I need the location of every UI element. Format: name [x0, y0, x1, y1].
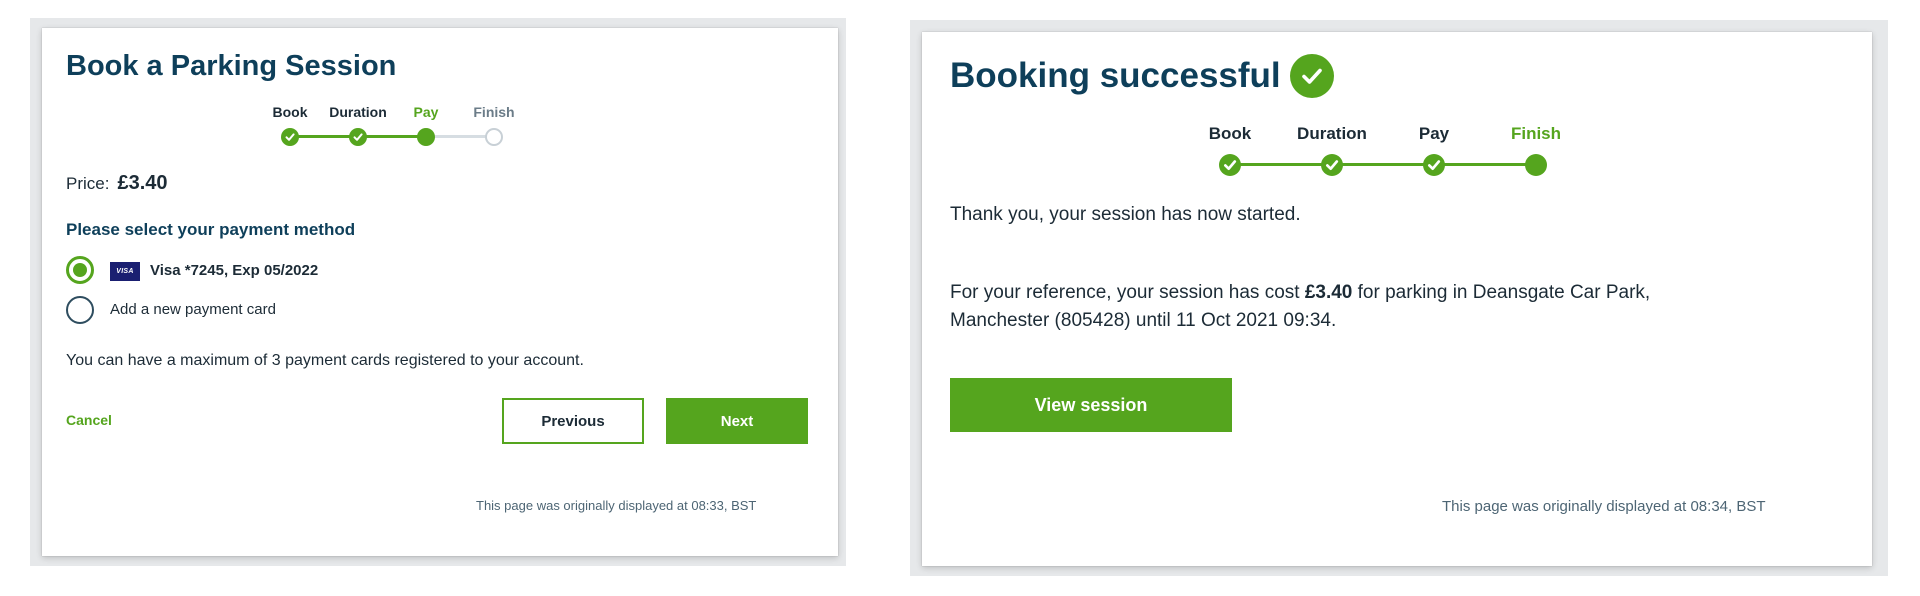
- booking-panel: Book a Parking Session Book Duration Pay Fi…: [42, 28, 838, 556]
- stepper-connector: [1332, 163, 1434, 166]
- visa-card-radio[interactable]: [66, 256, 94, 284]
- progress-stepper: Book Duration Pay Finish: [1200, 124, 1600, 180]
- step-dot-pay: [417, 128, 435, 146]
- step-complete-check-icon: [1321, 154, 1343, 176]
- payment-method-heading: Please select your payment method: [66, 220, 356, 239]
- previous-button[interactable]: Previous: [502, 398, 644, 444]
- visa-card-icon: VISA: [110, 262, 140, 281]
- step-label-duration: Duration: [329, 104, 387, 120]
- stepper-connector: [1230, 163, 1332, 166]
- max-cards-notice: You can have a maximum of 3 payment card…: [66, 352, 584, 369]
- page-title: Booking successful: [950, 56, 1281, 95]
- progress-stepper: Book Duration Pay Finish: [260, 104, 520, 150]
- page-title: Book a Parking Session: [66, 50, 397, 82]
- stepper-connector: [426, 135, 494, 138]
- cancel-link[interactable]: Cancel: [66, 412, 112, 428]
- new-card-label[interactable]: Add a new payment card: [110, 301, 276, 318]
- step-complete-check-icon: [349, 128, 367, 146]
- step-label-duration: Duration: [1297, 124, 1367, 143]
- reference-line: For your reference, your session has cos…: [950, 282, 1650, 304]
- step-dot-finish: [485, 128, 503, 146]
- display-time-footer: This page was originally displayed at 08…: [476, 498, 757, 513]
- view-session-button[interactable]: View session: [950, 378, 1232, 432]
- step-label-pay: Pay: [413, 104, 439, 120]
- price-label: Price:: [66, 174, 110, 193]
- step-complete-check-icon: [1423, 154, 1445, 176]
- reference-location: Manchester (805428) until 11 Oct 2021 09…: [950, 310, 1337, 331]
- new-card-radio[interactable]: [66, 296, 94, 324]
- next-button[interactable]: Next: [666, 398, 808, 444]
- stepper-connector: [1434, 163, 1536, 166]
- step-label-finish: Finish: [473, 104, 515, 120]
- step-label-pay: Pay: [1418, 124, 1450, 143]
- step-label-book: Book: [272, 104, 308, 120]
- thank-you-message: Thank you, your session has now started.: [950, 204, 1301, 225]
- stepper-connector: [358, 135, 426, 138]
- price-row: Price: £3.40: [66, 172, 168, 195]
- step-complete-check-icon: [281, 128, 299, 146]
- reference-prefix: For your reference, your session has cos…: [950, 282, 1300, 303]
- reference-suffix: for parking in Deansgate Car Park,: [1357, 282, 1651, 303]
- stepper-connector: [290, 135, 358, 138]
- confirmation-panel: Booking successful Book Duration Pay Finish…: [922, 32, 1872, 566]
- reference-amount: £3.40: [1304, 282, 1353, 303]
- step-label-finish: Finish: [1510, 124, 1562, 143]
- step-complete-check-icon: [1219, 154, 1241, 176]
- step-label-book: Book: [1208, 124, 1252, 143]
- visa-card-label[interactable]: Visa *7245, Exp 05/2022: [150, 262, 318, 279]
- display-time-footer: This page was originally displayed at 08…: [1442, 498, 1766, 515]
- check-circle-icon: [1290, 54, 1334, 98]
- step-dot-finish: [1525, 154, 1547, 176]
- price-value: £3.40: [117, 172, 168, 194]
